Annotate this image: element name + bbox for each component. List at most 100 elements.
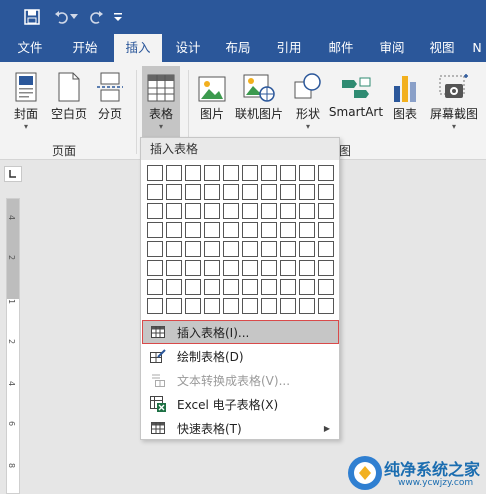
table-grid-cell[interactable] [204,241,220,257]
table-grid-cell[interactable] [261,241,277,257]
vertical-ruler[interactable]: 4 2 1 2 4 6 8 [6,198,20,494]
blank-page-button[interactable]: 空白页 [48,70,90,134]
online-picture-button[interactable]: 联机图片 [232,70,286,134]
table-grid-cell[interactable] [299,165,315,181]
table-grid-cell[interactable] [261,260,277,276]
table-grid-cell[interactable] [166,184,182,200]
table-grid-cell[interactable] [299,298,315,314]
table-grid-cell[interactable] [280,279,296,295]
table-grid-cell[interactable] [147,260,163,276]
table-grid-cell[interactable] [261,203,277,219]
smartart-button[interactable]: SmartArt [328,70,384,134]
text-to-table-menu-item[interactable]: 文本转换成表格(V)... [143,369,338,391]
table-grid-cell[interactable] [299,279,315,295]
insert-table-menu-item[interactable]: 插入表格(I)... [142,320,339,344]
tab-layout[interactable]: 布局 [214,34,262,62]
table-grid-cell[interactable] [147,279,163,295]
table-grid-cell[interactable] [242,222,258,238]
table-grid-cell[interactable] [147,184,163,200]
table-grid-cell[interactable] [318,165,334,181]
table-grid-cell[interactable] [318,203,334,219]
table-grid-cell[interactable] [166,279,182,295]
save-icon[interactable] [20,5,44,29]
table-grid-cell[interactable] [318,184,334,200]
table-grid-cell[interactable] [166,260,182,276]
table-size-grid[interactable] [147,165,334,314]
draw-table-menu-item[interactable]: 绘制表格(D) [143,345,338,367]
table-grid-cell[interactable] [204,298,220,314]
tab-insert[interactable]: 插入 [114,34,162,62]
tab-mailings[interactable]: 邮件 [316,34,366,62]
customize-qat-icon[interactable] [110,5,126,29]
table-grid-cell[interactable] [299,203,315,219]
table-grid-cell[interactable] [318,260,334,276]
table-grid-cell[interactable] [299,184,315,200]
table-grid-cell[interactable] [204,203,220,219]
table-grid-cell[interactable] [280,184,296,200]
table-grid-cell[interactable] [185,279,201,295]
screenshot-button[interactable]: 屏幕截图 ▾ [426,70,482,134]
table-grid-cell[interactable] [223,203,239,219]
table-grid-cell[interactable] [166,241,182,257]
table-grid-cell[interactable] [185,260,201,276]
table-grid-cell[interactable] [166,222,182,238]
table-grid-cell[interactable] [318,241,334,257]
table-button[interactable]: 表格 ▾ [142,66,180,140]
table-grid-cell[interactable] [147,298,163,314]
tab-home[interactable]: 开始 [58,34,112,62]
table-grid-cell[interactable] [223,279,239,295]
table-grid-cell[interactable] [261,165,277,181]
table-grid-cell[interactable] [242,260,258,276]
tab-file[interactable]: 文件 [4,34,56,62]
table-grid-cell[interactable] [185,165,201,181]
table-grid-cell[interactable] [223,222,239,238]
table-grid-cell[interactable] [242,279,258,295]
table-grid-cell[interactable] [242,184,258,200]
table-grid-cell[interactable] [147,203,163,219]
table-grid-cell[interactable] [261,298,277,314]
table-grid-cell[interactable] [223,298,239,314]
table-grid-cell[interactable] [280,260,296,276]
table-grid-cell[interactable] [166,298,182,314]
table-grid-cell[interactable] [185,222,201,238]
table-grid-cell[interactable] [223,165,239,181]
table-grid-cell[interactable] [185,241,201,257]
table-grid-cell[interactable] [166,165,182,181]
tab-overflow[interactable]: N [468,34,486,62]
excel-spreadsheet-menu-item[interactable]: Excel 电子表格(X) [143,393,338,415]
table-grid-cell[interactable] [261,184,277,200]
table-grid-cell[interactable] [223,241,239,257]
table-grid-cell[interactable] [204,222,220,238]
table-grid-cell[interactable] [242,203,258,219]
table-grid-cell[interactable] [280,222,296,238]
table-grid-cell[interactable] [318,279,334,295]
redo-icon[interactable] [84,5,108,29]
table-grid-cell[interactable] [318,298,334,314]
table-grid-cell[interactable] [280,165,296,181]
chart-button[interactable]: 图表 [388,70,422,134]
table-grid-cell[interactable] [242,165,258,181]
cover-page-button[interactable]: 封面 ▾ [6,70,46,134]
table-grid-cell[interactable] [204,279,220,295]
shapes-button[interactable]: 形状 ▾ [290,70,326,134]
table-grid-cell[interactable] [185,203,201,219]
table-grid-cell[interactable] [261,279,277,295]
table-grid-cell[interactable] [318,222,334,238]
table-grid-cell[interactable] [261,222,277,238]
table-grid-cell[interactable] [147,241,163,257]
tab-selector[interactable] [4,166,22,182]
picture-button[interactable]: 图片 [194,70,230,134]
table-grid-cell[interactable] [166,203,182,219]
table-grid-cell[interactable] [204,165,220,181]
table-grid-cell[interactable] [299,222,315,238]
table-grid-cell[interactable] [280,241,296,257]
quick-tables-menu-item[interactable]: 快速表格(T) ▶ [143,417,338,439]
table-grid-cell[interactable] [185,298,201,314]
table-grid-cell[interactable] [147,222,163,238]
table-grid-cell[interactable] [185,184,201,200]
tab-design[interactable]: 设计 [164,34,212,62]
table-grid-cell[interactable] [223,184,239,200]
tab-review[interactable]: 审阅 [368,34,416,62]
table-grid-cell[interactable] [299,241,315,257]
table-grid-cell[interactable] [147,165,163,181]
